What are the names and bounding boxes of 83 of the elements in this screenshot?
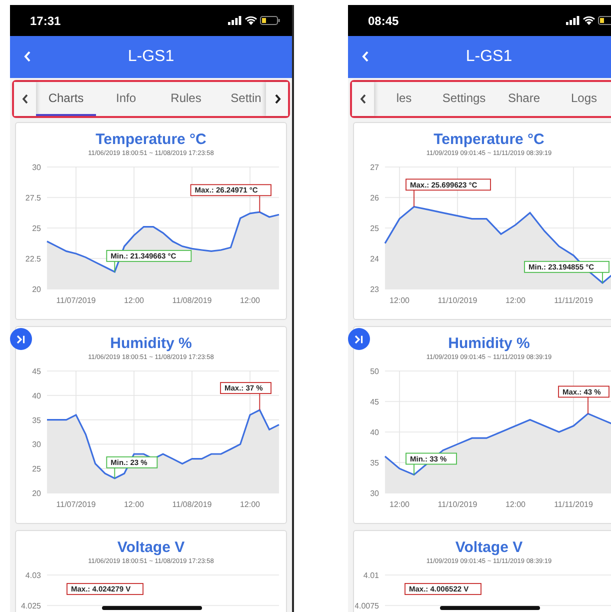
x-axis-label: 11/10/2019 [438,296,478,305]
x-axis-label: 12:00 [389,296,410,305]
y-axis-label: 22.5 [25,254,41,264]
y-axis-label: 45 [370,398,379,406]
x-axis-label: 12:00 [240,296,260,305]
leader-line [114,260,116,272]
y-axis-label: 4.0075 [355,602,379,610]
y-axis-label: 4.03 [25,571,41,580]
chart-title: Humidity % [448,335,530,353]
y-axis-label: 24 [370,254,379,264]
y-axis-label: 25 [32,224,41,233]
skip-forward-icon [354,334,364,344]
x-axis-label: 11/07/2019 [56,296,96,305]
skip-forward-icon [16,334,26,344]
chart-title: Voltage V [117,539,185,557]
y-axis-label: 20 [32,489,41,498]
y-axis-label: 30 [370,489,379,498]
y-axis-label: 27 [370,163,379,172]
back-button[interactable] [24,51,31,62]
chevron-left-icon [360,94,366,104]
x-axis-label: 12:00 [505,296,526,305]
y-axis-label: 27.5 [25,194,41,202]
tab[interactable]: Logs [554,82,611,116]
y-axis-label: 26 [370,194,379,202]
wifi-icon [245,16,257,25]
tab[interactable]: Settings [434,82,494,116]
x-axis-label: 11/08/2019 [172,296,212,305]
leader-line [114,467,116,479]
leader-line [602,272,603,284]
x-axis-label: 11/11/2019 [554,500,593,509]
leader-line [259,195,260,213]
tab[interactable]: Settin [216,82,266,116]
y-axis-label: 23 [370,285,379,294]
signal-icon [566,16,580,25]
scroll-left-button[interactable] [352,82,374,116]
y-axis-label: 30 [32,163,41,172]
x-axis-label: 12:00 [240,500,260,509]
scroll-right-button[interactable] [266,82,288,116]
chart-title: Humidity % [110,335,192,353]
chevron-left-icon [22,94,28,104]
chart-title: Temperature °C [434,131,544,149]
tab[interactable]: Info [96,82,156,116]
screen-title: L-GS1 [128,48,174,66]
y-axis-label: 35 [370,458,379,468]
chart-title: Temperature °C [96,131,206,149]
status-time: 17:31 [30,14,61,28]
x-axis-label: 12:00 [505,500,526,509]
tab[interactable]: Share [494,82,554,116]
y-axis-label: 4.01 [363,571,379,580]
status-time: 08:45 [368,14,399,28]
y-axis-label: 40 [370,428,379,437]
tab[interactable]: les [374,82,434,116]
y-axis-label: 25 [370,224,379,233]
x-axis-label: 11/08/2019 [172,500,212,509]
x-axis-label: 12:00 [124,500,144,509]
y-axis-label: 25 [32,464,41,474]
battery-icon [260,16,280,25]
chevron-left-icon [362,51,369,62]
y-axis-label: 40 [32,391,41,400]
leader-line [259,393,260,410]
y-axis-label: 50 [370,367,379,376]
chart-title: Voltage V [455,539,523,557]
y-axis-label: 30 [32,440,41,450]
scroll-left-button[interactable] [14,82,36,116]
skip-forward-button[interactable] [10,328,32,350]
x-axis-label: 12:00 [124,296,144,305]
x-axis-label: 11/11/2019 [554,296,593,305]
signal-icon [228,16,242,25]
y-axis-label: 35 [32,416,41,425]
chevron-right-icon [274,94,280,104]
tab[interactable]: Charts [36,82,96,116]
x-axis-label: 11/07/2019 [56,500,96,509]
x-axis-label: 11/10/2019 [438,500,478,509]
screen-title: L-GS1 [466,48,512,66]
wifi-icon [583,16,595,25]
y-axis-label: 4.025 [20,602,41,610]
y-axis-label: 45 [32,367,41,376]
tab[interactable]: Rules [156,82,216,116]
skip-forward-button[interactable] [348,328,370,350]
chevron-left-icon [24,51,31,62]
y-axis-label: 20 [32,285,41,294]
back-button[interactable] [362,51,369,62]
x-axis-label: 12:00 [389,500,410,509]
